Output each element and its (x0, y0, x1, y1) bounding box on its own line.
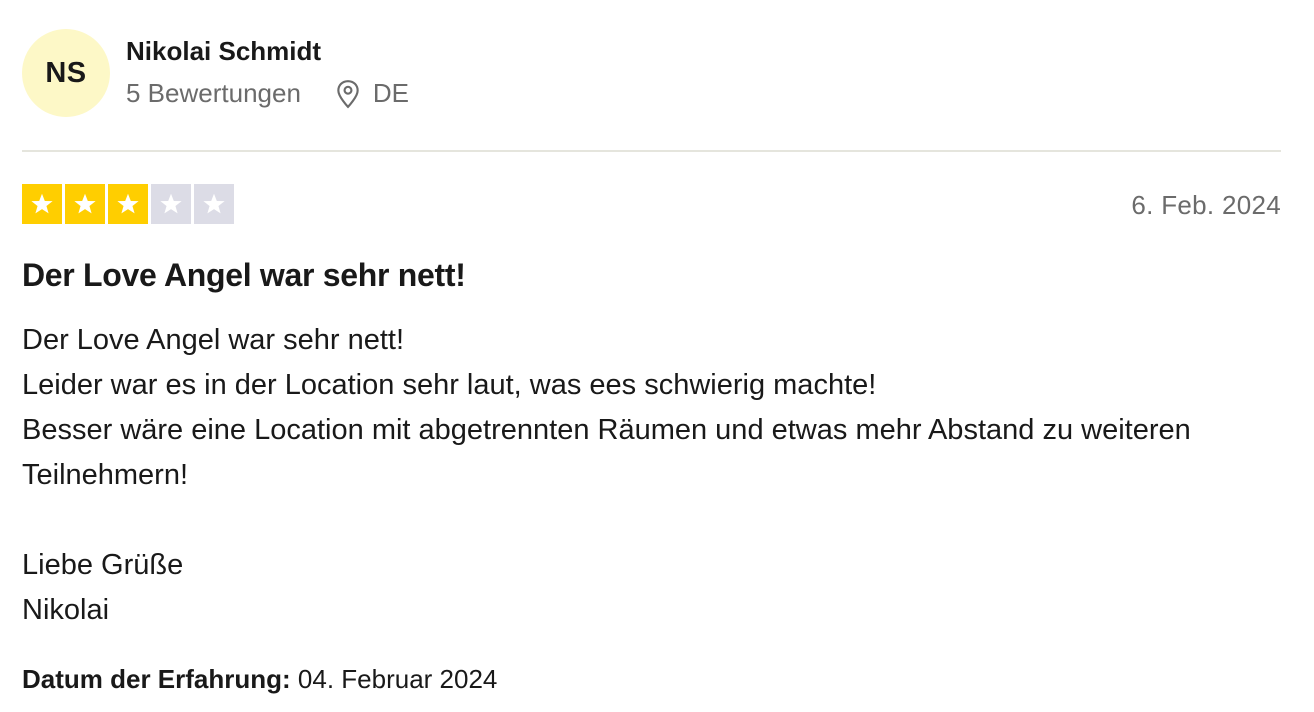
review-title[interactable]: Der Love Angel war sehr nett! (22, 257, 466, 294)
author-name[interactable]: Nikolai Schmidt (126, 36, 321, 67)
review-body-line: Besser wäre eine Location mit abgetrennt… (22, 414, 1191, 491)
star-icon (22, 184, 62, 224)
review-body-line: Nikolai (22, 594, 110, 626)
location-pin-icon (335, 79, 361, 109)
star-icon (65, 184, 105, 224)
review-card: NS Nikolai Schmidt 5 Bewertungen DE 6. F… (22, 0, 1281, 694)
review-body-line: Leider war es in der Location sehr laut,… (22, 369, 877, 401)
review-body-line: Liebe Grüße (22, 549, 184, 581)
avatar[interactable]: NS (22, 29, 110, 117)
avatar-initials: NS (45, 56, 87, 89)
star-icon (151, 184, 191, 224)
star-icon (194, 184, 234, 224)
review-body: Der Love Angel war sehr nett! Leider war … (22, 318, 1272, 633)
review-header: NS Nikolai Schmidt 5 Bewertungen DE (22, 0, 1281, 152)
review-date: 6. Feb. 2024 (1131, 190, 1281, 220)
star-rating (22, 184, 234, 224)
experience-date: 04. Februar 2024 (297, 664, 498, 694)
author-country: DE (372, 78, 410, 108)
paragraph-spacer (22, 498, 1272, 543)
star-icon (108, 184, 148, 224)
experience-date-row: Datum der Erfahrung: 04. Februar 2024 (22, 664, 497, 695)
reviews-count: 5 Bewertungen (126, 78, 301, 108)
author-meta: 5 Bewertungen DE (126, 78, 409, 109)
experience-label: Datum der Erfahrung: (22, 664, 291, 694)
review-body-line: Der Love Angel war sehr nett! (22, 324, 405, 356)
